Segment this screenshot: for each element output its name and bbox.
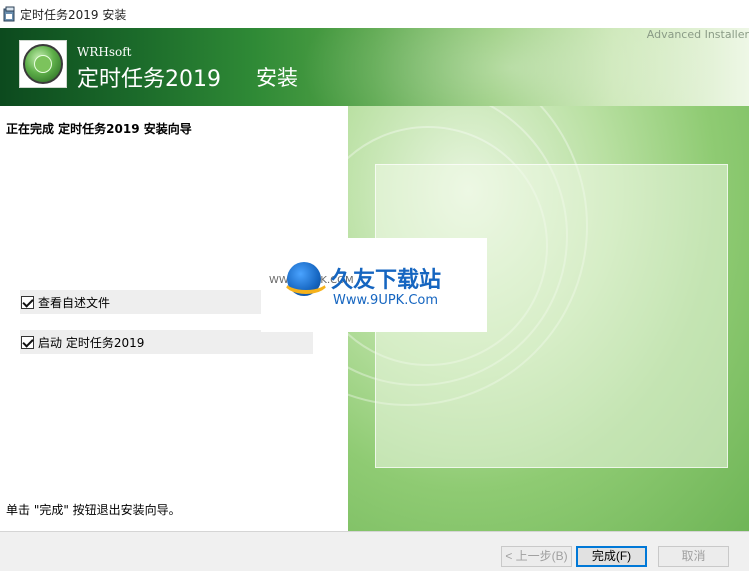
cancel-button[interactable]: 取消 [658,546,729,567]
title-bar: 定时任务2019 安装 [0,0,749,28]
checkbox-checked-icon[interactable] [21,335,34,349]
checkbox-label: 启动 定时任务2019 [38,335,145,350]
page-heading: 正在完成 定时任务2019 安装向导 [6,122,192,136]
window-title: 定时任务2019 安装 [20,8,127,22]
checkbox-label: 查看自述文件 [38,295,111,310]
watermark: WWW.9UPK.COM 久友下载站 Www.9UPK.Com [261,238,487,332]
installer-icon [3,6,15,22]
watermark-name: 久友下载站 [331,268,442,293]
button-bar: < 上一步(B) 完成(F) 取消 [0,531,749,571]
brand-name: WRHsoft [77,45,132,59]
product-name: 定时任务2019 [77,67,221,92]
finish-button[interactable]: 完成(F) [576,546,647,567]
header-banner: WRHsoft 定时任务2019 安装 Advanced Installer [0,28,749,106]
checkbox-checked-icon[interactable] [21,295,34,309]
instruction-text: 单击 "完成" 按钮退出安装向导。 [6,503,181,517]
installer-brand: Advanced Installer [646,28,749,41]
watermark-url: Www.9UPK.Com [333,293,439,308]
back-button[interactable]: < 上一步(B) [501,546,572,567]
watermark-swoosh [283,268,329,294]
globe-logo-icon [19,40,67,88]
checkbox-launch-app[interactable]: 启动 定时任务2019 [20,330,313,354]
banner-subtitle: 安装 [256,66,298,90]
